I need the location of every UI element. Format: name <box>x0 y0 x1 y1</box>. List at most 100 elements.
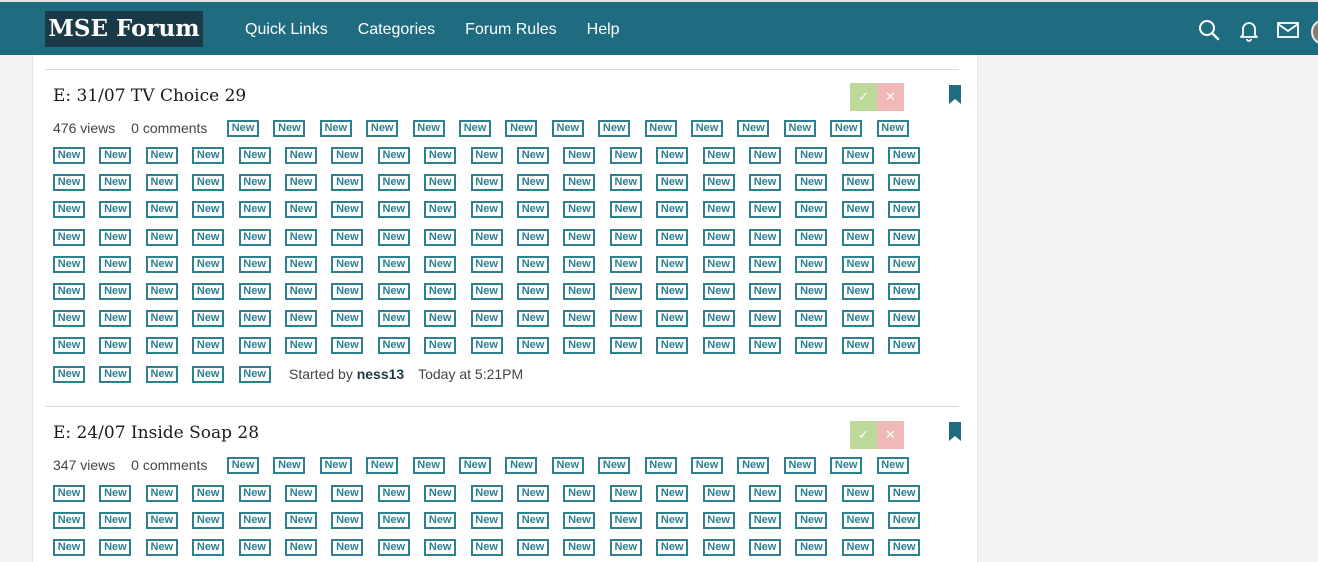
new-badge[interactable]: New <box>192 147 225 164</box>
new-badge[interactable]: New <box>598 457 631 474</box>
new-badge[interactable]: New <box>470 539 503 557</box>
new-badge[interactable]: New <box>841 485 874 502</box>
nav-quick-links[interactable]: Quick Links <box>245 2 328 57</box>
new-badge[interactable]: New <box>656 174 689 192</box>
thread-title[interactable]: E: 24/07 Inside Soap 28 <box>53 423 259 443</box>
new-badge[interactable]: New <box>841 283 874 300</box>
new-badge[interactable]: New <box>795 512 828 530</box>
new-badge[interactable]: New <box>424 174 457 192</box>
new-badge[interactable]: New <box>749 255 781 273</box>
new-badge[interactable]: New <box>691 120 723 137</box>
new-badge[interactable]: New <box>285 201 317 219</box>
new-badge[interactable]: New <box>331 201 364 219</box>
new-badge[interactable]: New <box>609 512 642 530</box>
new-badge[interactable]: New <box>285 310 317 328</box>
new-badge[interactable]: New <box>841 228 874 246</box>
new-badge[interactable]: New <box>145 539 178 557</box>
new-badge[interactable]: New <box>424 512 457 530</box>
new-badge[interactable]: New <box>656 485 689 502</box>
new-badge[interactable]: New <box>551 457 584 474</box>
new-badge[interactable]: New <box>795 539 828 557</box>
new-badge[interactable]: New <box>888 485 921 502</box>
new-badge[interactable]: New <box>505 457 538 474</box>
new-badge[interactable]: New <box>656 512 689 530</box>
new-badge[interactable]: New <box>749 539 781 557</box>
new-badge[interactable]: New <box>517 228 549 246</box>
new-badge[interactable]: New <box>377 310 410 328</box>
new-badge[interactable]: New <box>424 283 457 300</box>
new-badge[interactable]: New <box>517 337 549 355</box>
reject-button[interactable]: ✕ <box>877 421 904 449</box>
new-badge[interactable]: New <box>470 283 503 300</box>
new-badge[interactable]: New <box>876 120 909 137</box>
new-badge[interactable]: New <box>841 539 874 557</box>
new-badge[interactable]: New <box>192 539 225 557</box>
search-icon[interactable] <box>1197 18 1221 42</box>
new-badge[interactable]: New <box>749 201 781 219</box>
new-badge[interactable]: New <box>377 485 410 502</box>
new-badge[interactable]: New <box>691 457 723 474</box>
new-badge[interactable]: New <box>273 457 306 474</box>
new-badge[interactable]: New <box>517 283 549 300</box>
new-badge[interactable]: New <box>749 228 781 246</box>
new-badge[interactable]: New <box>145 366 178 383</box>
new-badge[interactable]: New <box>424 255 457 273</box>
new-badge[interactable]: New <box>841 147 874 164</box>
new-badge[interactable]: New <box>53 174 85 192</box>
new-badge[interactable]: New <box>470 174 503 192</box>
new-badge[interactable]: New <box>145 201 178 219</box>
site-logo[interactable]: MSE Forum <box>45 11 203 47</box>
new-badge[interactable]: New <box>470 512 503 530</box>
new-badge[interactable]: New <box>331 174 364 192</box>
new-badge[interactable]: New <box>145 485 178 502</box>
new-badge[interactable]: New <box>888 310 921 328</box>
new-badge[interactable]: New <box>424 228 457 246</box>
new-badge[interactable]: New <box>656 337 689 355</box>
new-badge[interactable]: New <box>656 255 689 273</box>
new-badge[interactable]: New <box>656 283 689 300</box>
new-badge[interactable]: New <box>505 120 538 137</box>
new-badge[interactable]: New <box>99 283 132 300</box>
new-badge[interactable]: New <box>192 337 225 355</box>
nav-help[interactable]: Help <box>587 2 620 57</box>
new-badge[interactable]: New <box>795 485 828 502</box>
new-badge[interactable]: New <box>563 147 596 164</box>
new-badge[interactable]: New <box>459 457 491 474</box>
new-badge[interactable]: New <box>609 228 642 246</box>
new-badge[interactable]: New <box>783 457 816 474</box>
new-badge[interactable]: New <box>702 310 735 328</box>
new-badge[interactable]: New <box>517 147 549 164</box>
new-badge[interactable]: New <box>470 228 503 246</box>
new-badge[interactable]: New <box>609 201 642 219</box>
new-badge[interactable]: New <box>238 310 271 328</box>
new-badge[interactable]: New <box>888 147 921 164</box>
new-badge[interactable]: New <box>192 283 225 300</box>
new-badge[interactable]: New <box>238 366 271 383</box>
new-badge[interactable]: New <box>841 255 874 273</box>
new-badge[interactable]: New <box>192 512 225 530</box>
new-badge[interactable]: New <box>841 310 874 328</box>
new-badge[interactable]: New <box>424 539 457 557</box>
new-badge[interactable]: New <box>702 539 735 557</box>
new-badge[interactable]: New <box>377 512 410 530</box>
new-badge[interactable]: New <box>749 283 781 300</box>
new-badge[interactable]: New <box>285 147 317 164</box>
new-badge[interactable]: New <box>192 366 225 383</box>
new-badge[interactable]: New <box>609 539 642 557</box>
reject-button[interactable]: ✕ <box>877 83 904 111</box>
new-badge[interactable]: New <box>331 147 364 164</box>
new-badge[interactable]: New <box>656 228 689 246</box>
new-badge[interactable]: New <box>145 174 178 192</box>
new-badge[interactable]: New <box>99 337 132 355</box>
new-badge[interactable]: New <box>377 174 410 192</box>
new-badge[interactable]: New <box>702 201 735 219</box>
new-badge[interactable]: New <box>99 255 132 273</box>
new-badge[interactable]: New <box>331 512 364 530</box>
new-badge[interactable]: New <box>331 228 364 246</box>
new-badge[interactable]: New <box>99 512 132 530</box>
new-badge[interactable]: New <box>145 228 178 246</box>
new-badge[interactable]: New <box>53 485 85 502</box>
new-badge[interactable]: New <box>470 147 503 164</box>
author-link[interactable]: ness13 <box>357 366 404 382</box>
new-badge[interactable]: New <box>656 310 689 328</box>
